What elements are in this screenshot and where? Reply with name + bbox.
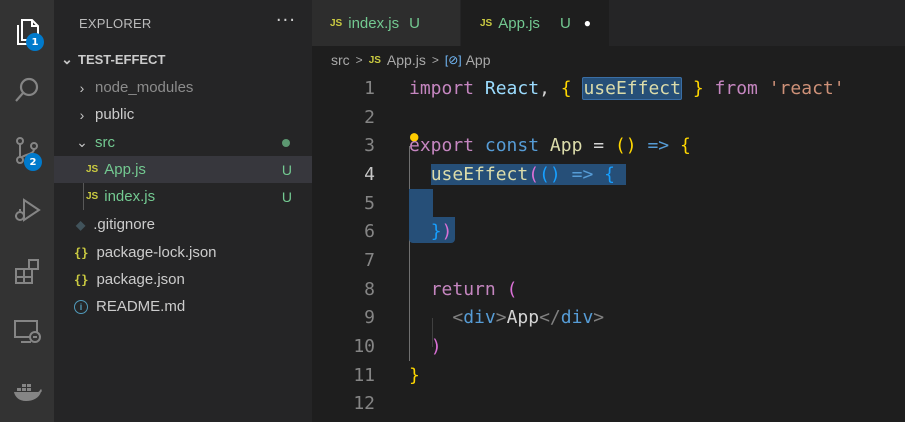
modified-dot-icon bbox=[282, 139, 290, 147]
tree-item-label: README.md bbox=[96, 298, 186, 315]
activity-bar: 1 2 bbox=[0, 0, 54, 422]
tree-item-app-js[interactable]: JS App.js U bbox=[54, 156, 312, 183]
tree-item-label: node_modules bbox=[95, 79, 194, 96]
explorer-icon[interactable] bbox=[0, 4, 54, 60]
run-debug-icon[interactable] bbox=[0, 182, 54, 238]
more-actions-icon[interactable]: ··· bbox=[276, 10, 296, 31]
code-line: export const App = () => { bbox=[409, 135, 691, 156]
tab-index-js[interactable]: JS index.js U bbox=[312, 0, 460, 46]
tree-item-label: src bbox=[95, 134, 115, 151]
tree-item-label: package.json bbox=[96, 271, 185, 288]
tree-item-gitignore[interactable]: ◆ .gitignore bbox=[54, 211, 312, 238]
javascript-file-icon: JS bbox=[480, 17, 493, 29]
breadcrumb-item-symbol[interactable]: App bbox=[466, 52, 491, 68]
chevron-down-icon: ⌄ bbox=[61, 51, 73, 67]
line-number-current: 4 bbox=[364, 164, 375, 185]
chevron-right-icon: > bbox=[431, 53, 439, 67]
untracked-status: U bbox=[281, 188, 292, 205]
docker-icon[interactable] bbox=[0, 362, 54, 418]
javascript-file-icon: JS bbox=[86, 191, 99, 202]
untracked-status: U bbox=[281, 161, 292, 178]
tree-item-label: App.js bbox=[104, 161, 146, 178]
tab-bar: JS index.js U JS App.js U ● bbox=[312, 0, 905, 46]
chevron-right-icon: > bbox=[355, 53, 363, 67]
code-line: ) bbox=[430, 336, 442, 357]
explorer-sidebar: EXPLORER ··· ⌄ TEST-EFFECT › node_module… bbox=[54, 0, 312, 422]
code-line: return ( bbox=[430, 279, 518, 300]
search-icon[interactable] bbox=[0, 62, 54, 118]
breadcrumb-item-file[interactable]: App.js bbox=[387, 52, 426, 68]
line-number: 7 bbox=[364, 250, 375, 271]
tab-label: index.js bbox=[348, 14, 400, 32]
extensions-icon[interactable] bbox=[0, 243, 54, 299]
remote-explorer-icon[interactable] bbox=[0, 303, 54, 359]
tree-item-label: index.js bbox=[104, 188, 156, 205]
source-control-badge: 2 bbox=[24, 153, 42, 171]
code-line: }) bbox=[430, 221, 453, 242]
tree-item-src[interactable]: ⌄ src bbox=[54, 129, 312, 156]
code-line: useEffect(() => { bbox=[409, 160, 626, 189]
info-icon: i bbox=[74, 299, 88, 314]
json-file-icon: {} bbox=[74, 245, 89, 260]
tree-item-index-js[interactable]: JS index.js U bbox=[54, 183, 312, 210]
line-number: 1 bbox=[364, 78, 375, 99]
code-line: <div>App</div> bbox=[452, 307, 605, 328]
tree-item-label: package-lock.json bbox=[96, 244, 217, 261]
line-number: 2 bbox=[364, 107, 375, 128]
tab-status: U bbox=[559, 14, 571, 32]
tree-item-readme-md[interactable]: i README.md bbox=[54, 293, 312, 320]
line-number: 5 bbox=[364, 193, 375, 214]
breadcrumb: src > JS App.js > [⊘] App bbox=[312, 46, 905, 74]
javascript-file-icon: JS bbox=[368, 54, 381, 66]
javascript-file-icon: JS bbox=[330, 17, 343, 29]
project-folder[interactable]: ⌄ TEST-EFFECT bbox=[54, 46, 312, 73]
line-number: 9 bbox=[364, 307, 375, 328]
source-control-icon[interactable] bbox=[0, 122, 54, 178]
selection-highlight bbox=[409, 189, 433, 217]
tab-label: App.js bbox=[498, 14, 540, 32]
chevron-down-icon: ⌄ bbox=[76, 134, 88, 150]
tab-status: U bbox=[409, 14, 420, 32]
tree-item-label: .gitignore bbox=[93, 216, 155, 233]
line-number: 8 bbox=[364, 279, 375, 300]
tab-app-js[interactable]: JS App.js U ● bbox=[461, 0, 609, 46]
unsaved-dot-icon[interactable]: ● bbox=[584, 16, 591, 30]
tree-item-label: public bbox=[95, 106, 135, 123]
json-file-icon: {} bbox=[74, 272, 89, 287]
explorer-title: EXPLORER bbox=[79, 15, 152, 31]
tree-item-public[interactable]: › public bbox=[54, 101, 312, 128]
code-line: } bbox=[409, 365, 420, 386]
tree-item-package-json[interactable]: {} package.json bbox=[54, 266, 312, 293]
chevron-right-icon: › bbox=[79, 106, 85, 123]
javascript-file-icon: JS bbox=[86, 164, 99, 175]
project-name: TEST-EFFECT bbox=[78, 52, 166, 67]
code-line: import React, { useEffect } from 'react' bbox=[409, 77, 845, 100]
line-number: 6 bbox=[364, 221, 375, 242]
breadcrumb-item-src[interactable]: src bbox=[331, 52, 350, 68]
explorer-badge: 1 bbox=[26, 33, 44, 51]
line-number: 12 bbox=[353, 393, 375, 414]
line-number: 11 bbox=[353, 365, 375, 386]
git-file-icon: ◆ bbox=[76, 217, 86, 232]
symbol-variable-icon: [⊘] bbox=[444, 53, 462, 67]
line-number: 3 bbox=[364, 135, 375, 156]
tree-item-node-modules[interactable]: › node_modules bbox=[54, 74, 312, 101]
tree-item-package-lock-json[interactable]: {} package-lock.json bbox=[54, 239, 312, 266]
line-number: 10 bbox=[353, 336, 375, 357]
chevron-right-icon: › bbox=[79, 79, 85, 96]
code-editor[interactable]: 1 2 3 4 5 6 7 8 9 10 11 12 ● import Reac… bbox=[312, 74, 905, 422]
